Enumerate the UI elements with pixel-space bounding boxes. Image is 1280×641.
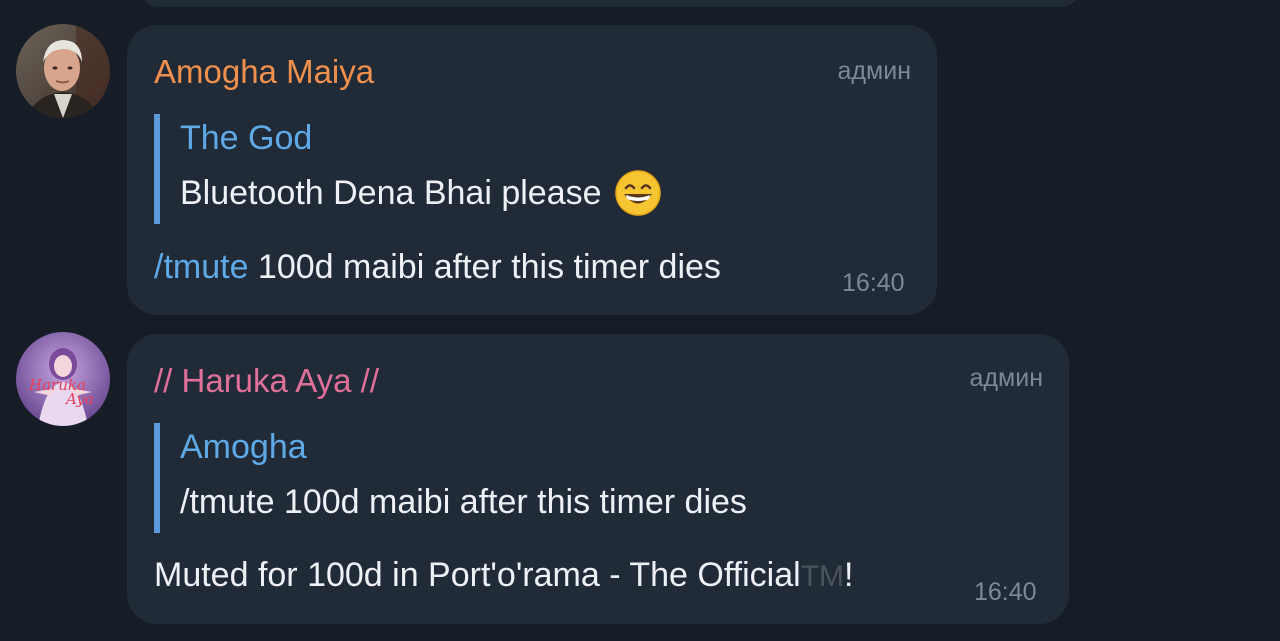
chat-view: Amogha Maiya админ The God Bluetooth Den… [0,0,1280,641]
avatar-text: Aya [64,390,94,408]
message-bubble[interactable]: Amogha Maiya админ The God Bluetooth Den… [127,25,937,315]
message-text: Muted for 100d in Port'o'rama - The Offi… [154,556,853,595]
admin-badge: админ [969,364,1043,392]
reply-author: The God [180,119,313,157]
admin-badge: админ [837,57,911,85]
command-link[interactable]: /tmute [154,248,248,286]
sender-name[interactable]: Amogha Maiya [154,53,374,91]
message-text: /tmute 100d maibi after this timer dies [154,248,721,287]
message-text-end: ! [844,556,854,594]
reply-text: Bluetooth Dena Bhai please [180,162,662,224]
message-time: 16:40 [842,269,905,297]
message-text-content: 100d maibi after this timer dies [248,248,721,286]
trademark-mark: TM [800,560,845,593]
message-bubble[interactable]: // Haruka Aya // админ Amogha /tmute 100… [127,334,1069,624]
reply-text-content: Bluetooth Dena Bhai please [180,174,602,212]
message-time: 16:40 [974,578,1037,606]
reply-quote[interactable]: Amogha /tmute 100d maibi after this time… [154,423,747,533]
grinning-face-icon [614,169,662,217]
reply-author: Amogha [180,428,307,466]
previous-message-bubble[interactable] [140,0,1080,7]
avatar[interactable] [16,24,110,118]
avatar[interactable]: Haruka Aya [16,332,110,426]
reply-text: /tmute 100d maibi after this timer dies [180,483,747,521]
sender-name[interactable]: // Haruka Aya // [154,362,379,400]
message-text-content: Muted for 100d in Port'o'rama - The Offi… [154,556,801,594]
reply-quote[interactable]: The God Bluetooth Dena Bhai please [154,114,662,224]
